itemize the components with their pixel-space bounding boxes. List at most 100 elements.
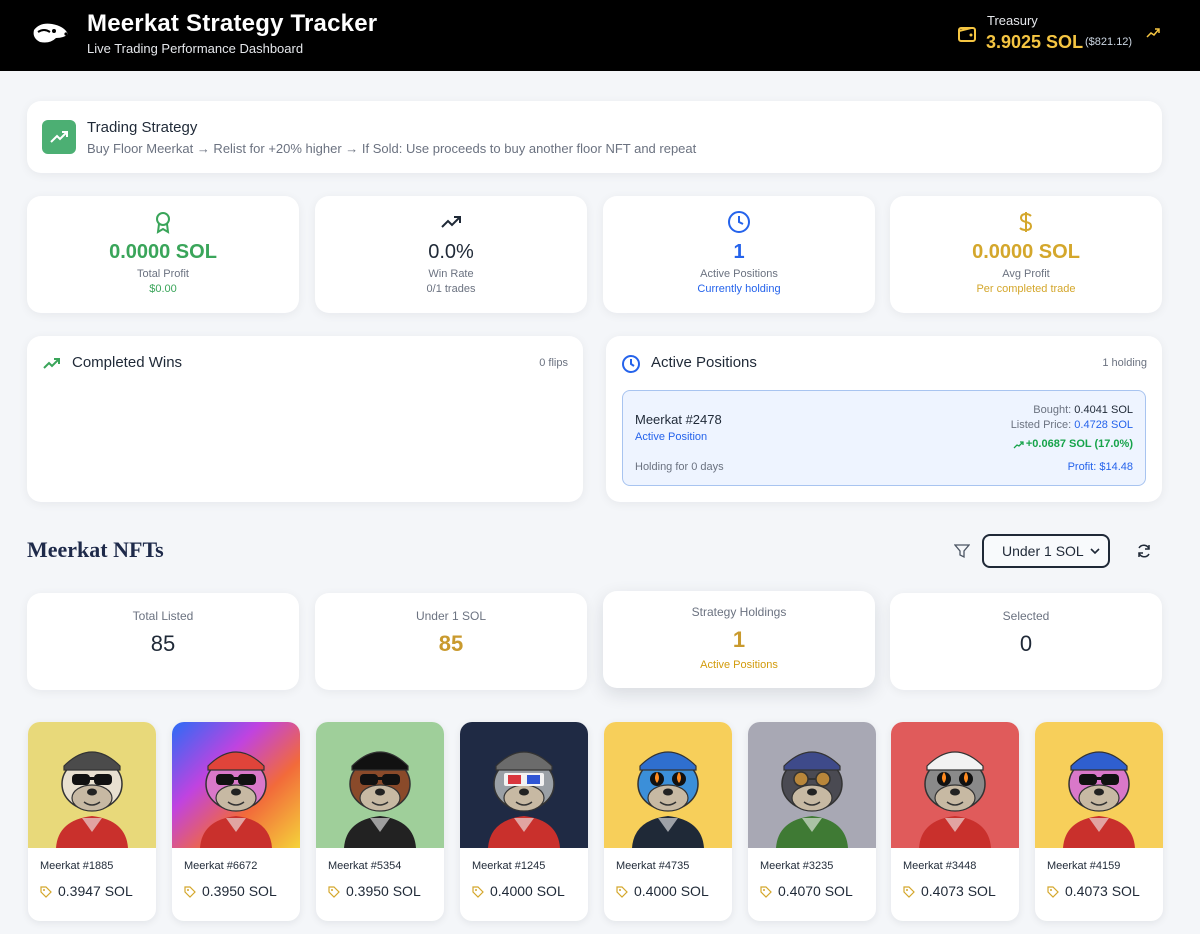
summary-label: Total Listed [132, 609, 194, 623]
listed-label: Listed Price: [1010, 419, 1072, 431]
bought-value: 0.4041 SOL [1074, 404, 1133, 416]
stat-sub: $0.00 [149, 283, 177, 295]
nft-price: 0.4073 SOL [921, 883, 996, 899]
active-positions-panel: Active Positions 1 holding Meerkat #2478… [606, 336, 1162, 502]
nft-name: Meerkat #3448 [903, 860, 977, 872]
filter-icon[interactable] [954, 543, 970, 559]
meerkat-logo-icon [33, 23, 68, 43]
clock-icon [728, 211, 750, 233]
clock-icon [622, 355, 640, 373]
nft-image [891, 722, 1019, 848]
treasury-usd: ($821.12) [1085, 36, 1133, 48]
stat-sub: Per completed trade [976, 283, 1076, 295]
nft-price: 0.3950 SOL [346, 883, 421, 899]
position-status: Active Position [635, 431, 708, 443]
price-tag-icon [328, 886, 340, 898]
nft-price: 0.4070 SOL [778, 883, 853, 899]
nft-price: 0.4073 SOL [1065, 883, 1140, 899]
wallet-icon [958, 27, 976, 42]
dollar-icon [1019, 212, 1033, 232]
nft-name: Meerkat #1885 [40, 860, 114, 872]
stat-label: Win Rate [428, 268, 474, 280]
nft-card[interactable]: Meerkat #1885 0.3947 SOL [28, 722, 156, 921]
summary-value: 85 [150, 631, 176, 656]
position-card[interactable]: Meerkat #2478 Active Position Holding fo… [622, 390, 1146, 486]
nft-name: Meerkat #3235 [760, 860, 834, 872]
nft-image [28, 722, 156, 848]
price-tag-icon [1047, 886, 1059, 898]
stat-value: 0.0% [428, 241, 474, 263]
nft-image [748, 722, 876, 848]
active-positions-count: 1 holding [1102, 357, 1147, 369]
strategy-description: Buy Floor Meerkat → Relist for +20% high… [87, 141, 697, 156]
price-tag-icon [903, 886, 915, 898]
stat-card-avg-profit: 0.0000 SOL Avg Profit Per completed trad… [890, 196, 1162, 313]
price-filter-value: Under 1 SOL [1002, 543, 1084, 559]
nft-card[interactable]: Meerkat #6672 0.3950 SOL [172, 722, 300, 921]
nft-image [604, 722, 732, 848]
price-filter-select[interactable]: Under 1 SOL [982, 534, 1110, 568]
summary-total-listed: Total Listed 85 [27, 593, 299, 690]
stat-card-total-profit: 0.0000 SOL Total Profit $0.00 [27, 196, 299, 313]
position-name: Meerkat #2478 [635, 412, 722, 427]
trending-up-icon [43, 358, 60, 369]
nft-card[interactable]: Meerkat #4735 0.4000 SOL [604, 722, 732, 921]
stat-value: 0.0000 SOL [972, 241, 1080, 263]
summary-label: Selected [1002, 609, 1050, 623]
bought-label: Bought: [1033, 404, 1072, 416]
price-tag-icon [760, 886, 772, 898]
summary-label: Under 1 SOL [415, 609, 487, 623]
nft-price: 0.4000 SOL [490, 883, 565, 899]
award-icon [156, 212, 170, 234]
stat-card-active-positions: 1 Active Positions Currently holding [603, 196, 875, 313]
stat-label: Active Positions [700, 268, 778, 280]
nft-price: 0.3947 SOL [58, 883, 133, 899]
refresh-icon[interactable] [1136, 543, 1152, 559]
trending-up-icon [1013, 440, 1024, 449]
nft-name: Meerkat #4735 [616, 860, 690, 872]
nft-name: Meerkat #6672 [184, 860, 258, 872]
position-holding: Holding for 0 days [635, 461, 724, 473]
stat-sub: Currently holding [697, 283, 781, 295]
nft-image [460, 722, 588, 848]
strategy-title: Trading Strategy [87, 119, 198, 136]
nft-card[interactable]: Meerkat #5354 0.3950 SOL [316, 722, 444, 921]
gain-value: +0.0687 SOL (17.0%) [1025, 438, 1133, 450]
nfts-section-title: Meerkat NFTs [27, 537, 164, 562]
stat-label: Avg Profit [1002, 268, 1050, 280]
summary-label: Strategy Holdings [691, 605, 787, 619]
price-tag-icon [616, 886, 628, 898]
nft-card[interactable]: Meerkat #1245 0.4000 SOL [460, 722, 588, 921]
nft-card[interactable]: Meerkat #3235 0.4070 SOL [748, 722, 876, 921]
stat-sub: 0/1 trades [426, 283, 476, 295]
stat-value: 0.0000 SOL [109, 241, 217, 263]
summary-value: 85 [438, 631, 464, 656]
app-header: Meerkat Strategy Tracker Live Trading Pe… [0, 0, 1200, 71]
nft-price: 0.4000 SOL [634, 883, 709, 899]
nft-card[interactable]: Meerkat #3448 0.4073 SOL [891, 722, 1019, 921]
summary-strategy-holdings[interactable]: Strategy Holdings 1 Active Positions [603, 591, 875, 688]
position-bought: Bought: 0.4041 SOL [1033, 404, 1133, 416]
trending-up-icon [50, 131, 68, 143]
app-subtitle: Live Trading Performance Dashboard [87, 41, 304, 56]
trending-up-icon [1146, 28, 1160, 38]
summary-sub: Active Positions [700, 659, 778, 671]
completed-wins-count: 0 flips [539, 357, 568, 369]
completed-wins-panel: Completed Wins 0 flips [27, 336, 583, 502]
price-tag-icon [472, 886, 484, 898]
trending-up-icon [441, 216, 461, 228]
stat-value: 1 [733, 241, 745, 263]
price-tag-icon [40, 886, 52, 898]
nft-name: Meerkat #5354 [328, 860, 402, 872]
summary-value: 1 [732, 627, 746, 652]
app-title: Meerkat Strategy Tracker [87, 10, 378, 37]
treasury-balance: 3.9025 SOL [986, 32, 1084, 52]
summary-selected: Selected 0 [890, 593, 1162, 690]
nft-image [316, 722, 444, 848]
listed-value: 0.4728 SOL [1074, 419, 1133, 431]
summary-under-1-sol: Under 1 SOL 85 [315, 593, 587, 690]
price-tag-icon [184, 886, 196, 898]
nft-name: Meerkat #4159 [1047, 860, 1121, 872]
nft-image [172, 722, 300, 848]
nft-card[interactable]: Meerkat #4159 0.4073 SOL [1035, 722, 1163, 921]
